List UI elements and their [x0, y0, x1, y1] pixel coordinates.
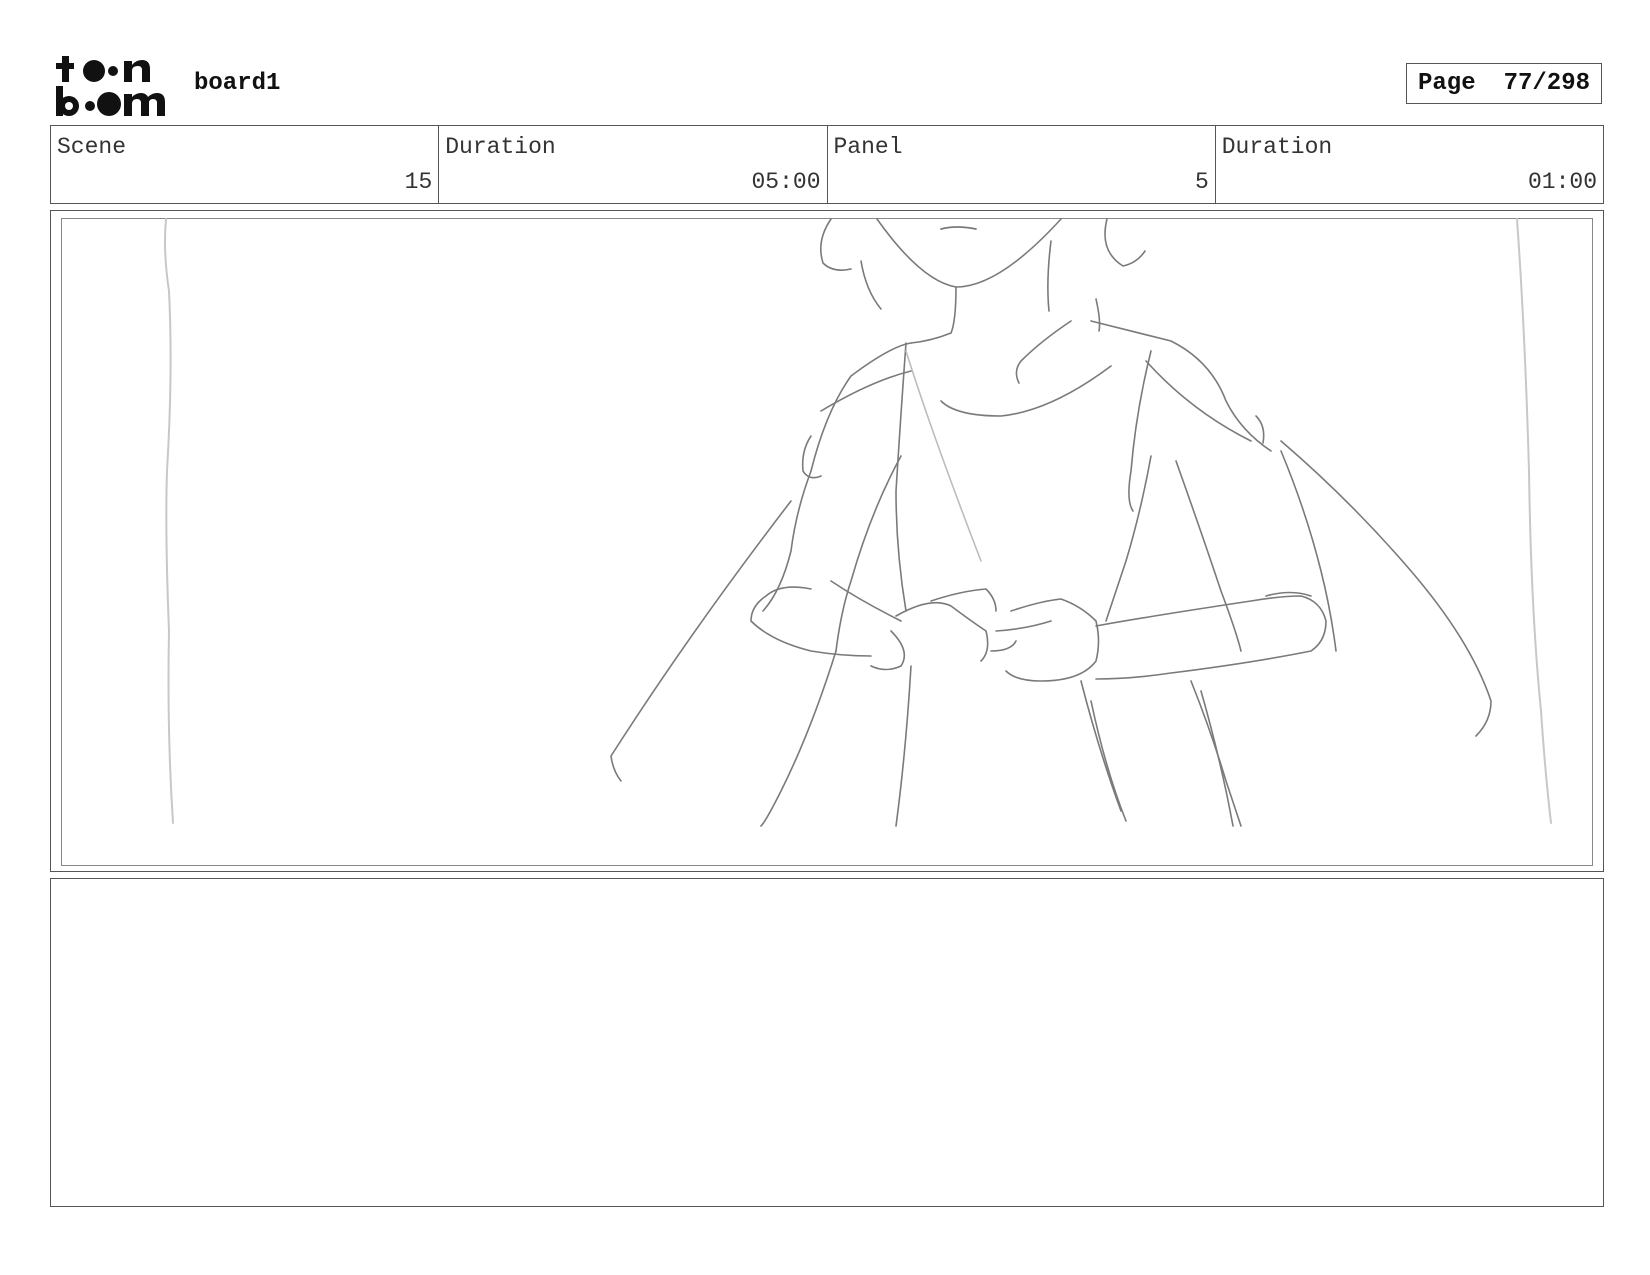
panel-notes-area[interactable]: [50, 878, 1604, 1207]
board-title: board1: [194, 70, 281, 97]
storyboard-sketch: [164, 218, 1552, 827]
toon-boom-logo: [52, 52, 172, 118]
scene-duration-label: Duration: [445, 134, 556, 160]
panel-cell: Panel 5: [828, 126, 1216, 203]
page-number: 77/298: [1503, 70, 1591, 97]
scene-duration-value: 05:00: [751, 169, 821, 195]
panel-info-row: Scene 15 Duration 05:00 Panel 5 Duration…: [50, 125, 1604, 204]
page-indicator: Page 77/298: [1406, 63, 1602, 104]
scene-cell: Scene 15: [51, 126, 440, 203]
panel-duration-cell: Duration 01:00: [1216, 126, 1603, 203]
scene-duration-cell: Duration 05:00: [439, 126, 828, 203]
scene-value: 15: [404, 169, 433, 195]
storyboard-panel: [50, 210, 1604, 872]
panel-label: Panel: [833, 134, 903, 160]
scene-label: Scene: [57, 134, 127, 160]
panel-duration-value: 01:00: [1527, 169, 1597, 195]
page-label: Page: [1417, 70, 1476, 97]
panel-value: 5: [1194, 169, 1209, 195]
panel-duration-label: Duration: [1221, 134, 1333, 160]
